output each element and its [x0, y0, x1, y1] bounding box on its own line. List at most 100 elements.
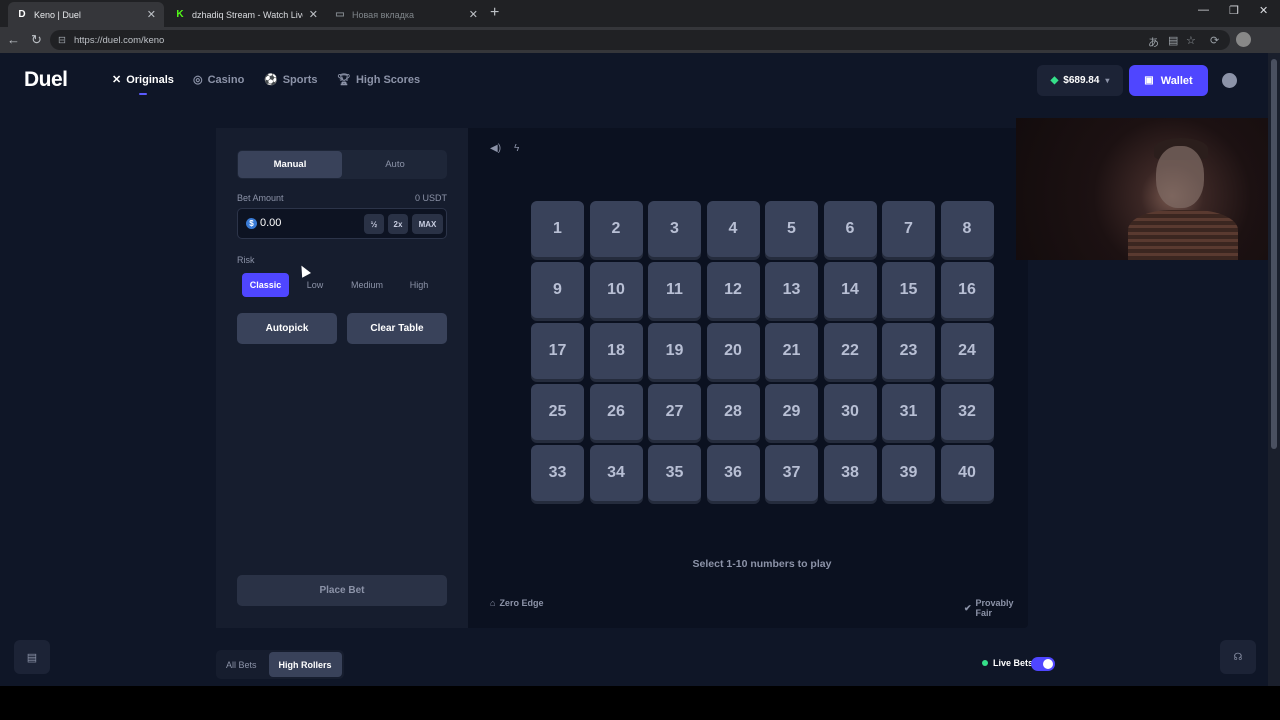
close-tab-icon[interactable]: ✕: [147, 8, 156, 21]
keno-tile[interactable]: 24: [940, 323, 994, 379]
keno-tile[interactable]: 34: [589, 445, 643, 501]
live-dot-icon: [982, 660, 988, 666]
close-window-icon[interactable]: ✕: [1259, 4, 1268, 17]
keno-tile[interactable]: 17: [531, 323, 584, 379]
keno-tile[interactable]: 33: [531, 445, 584, 501]
translate-icon[interactable]: あ: [1148, 34, 1159, 50]
tab-title: Новая вкладка: [352, 9, 415, 20]
nav-originals-label: Originals: [126, 73, 174, 86]
new-tab-icon[interactable]: +: [490, 4, 499, 22]
keno-tile[interactable]: 21: [765, 323, 818, 379]
keno-tile[interactable]: 12: [706, 262, 760, 318]
browser-tab-new[interactable]: ▭ Новая вкладка ✕: [326, 2, 486, 27]
keno-tile[interactable]: 27: [648, 384, 701, 440]
reader-icon[interactable]: ▤: [1168, 34, 1178, 47]
nav-sports[interactable]: ⚽ Sports: [264, 73, 318, 87]
keno-tile[interactable]: 39: [882, 445, 935, 501]
tab-all-bets[interactable]: All Bets: [216, 650, 267, 679]
browser-tab-keno[interactable]: D Keno | Duel ✕: [8, 2, 164, 27]
keno-tile[interactable]: 35: [648, 445, 701, 501]
place-bet-button[interactable]: Place Bet: [237, 575, 447, 606]
address-bar[interactable]: ⊟ https://duel.com/keno: [50, 30, 1230, 50]
extensions-icon[interactable]: ⟳: [1210, 34, 1219, 47]
keno-tile[interactable]: 10: [589, 262, 643, 318]
sound-icon[interactable]: ◀︎): [490, 143, 501, 154]
tab-manual[interactable]: Manual: [238, 151, 342, 178]
tab-high-rollers[interactable]: High Rollers: [268, 652, 342, 677]
keno-tile[interactable]: 4: [706, 201, 760, 257]
keno-tile[interactable]: 8: [940, 201, 994, 257]
reload-icon[interactable]: ↻: [31, 32, 42, 48]
keno-tile[interactable]: 18: [589, 323, 643, 379]
risk-medium[interactable]: Medium: [341, 273, 393, 297]
keno-tile[interactable]: 38: [823, 445, 877, 501]
keno-tile[interactable]: 23: [882, 323, 935, 379]
keno-tile[interactable]: 5: [765, 201, 818, 257]
nav-casino[interactable]: ◎ Casino: [193, 73, 244, 87]
minimize-icon[interactable]: —: [1198, 4, 1209, 16]
double-bet-button[interactable]: 2x: [388, 214, 408, 234]
risk-classic[interactable]: Classic: [242, 273, 289, 297]
keno-tile[interactable]: 19: [648, 323, 701, 379]
trophy-icon: 🏆︎: [337, 74, 351, 86]
keno-tile[interactable]: 31: [882, 384, 935, 440]
close-tab-icon[interactable]: ✕: [309, 8, 318, 21]
scrollbar-thumb[interactable]: [1271, 59, 1277, 449]
browser-tab-stream[interactable]: K dzhadiq Stream - Watch Live on Ki ✕: [166, 2, 326, 27]
streamer-shirt: [1128, 210, 1238, 260]
close-tab-icon[interactable]: ✕: [469, 8, 478, 21]
gem-icon: ◆: [1050, 75, 1059, 86]
live-bets-toggle[interactable]: [1031, 657, 1055, 671]
nav-originals[interactable]: ✕ Originals: [112, 73, 174, 87]
keno-tile[interactable]: 6: [823, 201, 877, 257]
restore-icon[interactable]: ❐: [1229, 4, 1239, 17]
keno-tile[interactable]: 1: [531, 201, 584, 257]
keno-tile[interactable]: 9: [531, 262, 584, 318]
risk-high[interactable]: High: [393, 273, 445, 297]
keno-tile[interactable]: 40: [940, 445, 994, 501]
keno-tile[interactable]: 37: [765, 445, 818, 501]
keno-tile[interactable]: 30: [823, 384, 877, 440]
tab-auto[interactable]: Auto: [343, 150, 447, 179]
zero-edge-link[interactable]: ⌂ Zero Edge: [490, 598, 543, 608]
keno-tile[interactable]: 2: [589, 201, 643, 257]
bookmark-star-icon[interactable]: ☆: [1186, 34, 1196, 47]
wallet-button[interactable]: ▣ Wallet: [1129, 65, 1208, 96]
max-bet-button[interactable]: MAX: [412, 214, 443, 234]
keno-tile[interactable]: 14: [823, 262, 877, 318]
keno-tile[interactable]: 28: [706, 384, 760, 440]
site-info-icon[interactable]: ⊟: [58, 35, 68, 46]
balance-dropdown[interactable]: ◆ $689.84 ▾: [1037, 65, 1123, 96]
keno-tile[interactable]: 26: [589, 384, 643, 440]
keno-tile[interactable]: 20: [706, 323, 760, 379]
site-header: Duel ✕ Originals ◎ Casino ⚽ Sports 🏆︎ Hi…: [0, 53, 1268, 108]
keno-tile[interactable]: 36: [706, 445, 760, 501]
keno-tile[interactable]: 3: [648, 201, 701, 257]
chat-button[interactable]: ▤: [14, 640, 50, 674]
keno-tile[interactable]: 16: [940, 262, 994, 318]
bet-amount-field[interactable]: $ 0.00 ½ 2x MAX: [237, 208, 447, 239]
headset-icon: ☊: [1233, 651, 1243, 663]
nav-high-scores[interactable]: 🏆︎ High Scores: [337, 73, 420, 87]
keno-tile[interactable]: 15: [882, 262, 935, 318]
half-bet-button[interactable]: ½: [364, 214, 384, 234]
keno-tile[interactable]: 25: [531, 384, 584, 440]
bet-amount-value[interactable]: 0.00: [260, 217, 281, 229]
autopick-button[interactable]: Autopick: [237, 313, 337, 344]
clear-table-button[interactable]: Clear Table: [347, 313, 447, 344]
user-menu-button[interactable]: [1214, 65, 1245, 96]
keno-tile[interactable]: 32: [940, 384, 994, 440]
keno-tile[interactable]: 11: [648, 262, 701, 318]
back-icon[interactable]: ←: [7, 32, 20, 47]
keno-tile[interactable]: 13: [765, 262, 818, 318]
page-scrollbar[interactable]: [1268, 53, 1280, 686]
risk-low[interactable]: Low: [289, 273, 341, 297]
lightning-icon[interactable]: ϟ: [514, 143, 519, 154]
duel-logo[interactable]: Duel: [24, 68, 68, 92]
profile-avatar[interactable]: [1236, 32, 1251, 47]
keno-tile[interactable]: 29: [765, 384, 818, 440]
provably-fair-link[interactable]: ✔ Provably Fair: [964, 598, 1028, 618]
support-button[interactable]: ☊: [1220, 640, 1256, 674]
keno-tile[interactable]: 7: [882, 201, 935, 257]
keno-tile[interactable]: 22: [823, 323, 877, 379]
